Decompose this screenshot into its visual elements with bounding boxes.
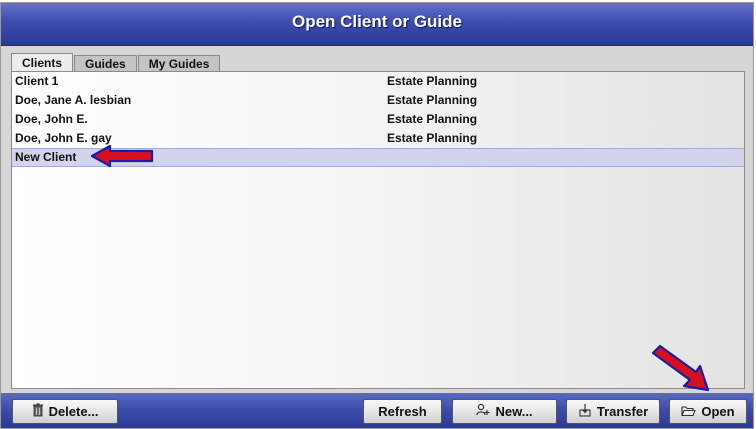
client-category: Estate Planning [387, 74, 478, 88]
title-bar: Open Client or Guide [1, 3, 753, 46]
open-button[interactable]: Open [669, 399, 747, 424]
transfer-button[interactable]: Transfer [566, 399, 660, 424]
trash-icon [32, 403, 44, 420]
tab-guides[interactable]: Guides [74, 55, 137, 72]
client-category: Estate Planning [387, 131, 478, 145]
refresh-button[interactable]: Refresh [363, 399, 442, 424]
open-client-dialog: Open Client or Guide Clients Guides My G… [0, 2, 754, 429]
client-list[interactable]: Client 1 Estate Planning Doe, Jane A. le… [11, 71, 745, 389]
list-item[interactable]: Doe, John E. Estate Planning [12, 110, 744, 129]
tab-clients[interactable]: Clients [11, 53, 74, 72]
delete-button[interactable]: Delete... [12, 399, 118, 424]
refresh-label: Refresh [378, 404, 427, 419]
client-name: New Client [15, 150, 77, 164]
client-name: Doe, John E. [15, 112, 88, 126]
client-name: Doe, Jane A. lesbian [15, 93, 132, 107]
transfer-icon [578, 403, 592, 420]
open-label: Open [701, 404, 735, 419]
list-item[interactable]: Doe, John E. gay Estate Planning [12, 129, 744, 148]
dialog-title: Open Client or Guide [291, 12, 462, 31]
client-category: Estate Planning [387, 93, 478, 107]
list-item-selected[interactable]: New Client [12, 148, 744, 167]
new-button[interactable]: New... [452, 399, 557, 424]
client-name: Doe, John E. gay [15, 131, 112, 145]
folder-open-icon [681, 404, 697, 420]
delete-label: Delete... [48, 404, 99, 419]
list-item[interactable]: Client 1 Estate Planning [12, 72, 744, 91]
button-bar: Delete... Refresh New... Transfer Open [1, 393, 753, 428]
client-name: Client 1 [15, 74, 59, 88]
tab-my-guides[interactable]: My Guides [137, 55, 221, 72]
list-item[interactable]: Doe, Jane A. lesbian Estate Planning [12, 91, 744, 110]
tab-bar: Clients Guides My Guides [11, 53, 221, 72]
client-category: Estate Planning [387, 112, 478, 126]
new-label: New... [495, 404, 533, 419]
transfer-label: Transfer [596, 404, 649, 419]
person-add-icon [476, 403, 490, 420]
